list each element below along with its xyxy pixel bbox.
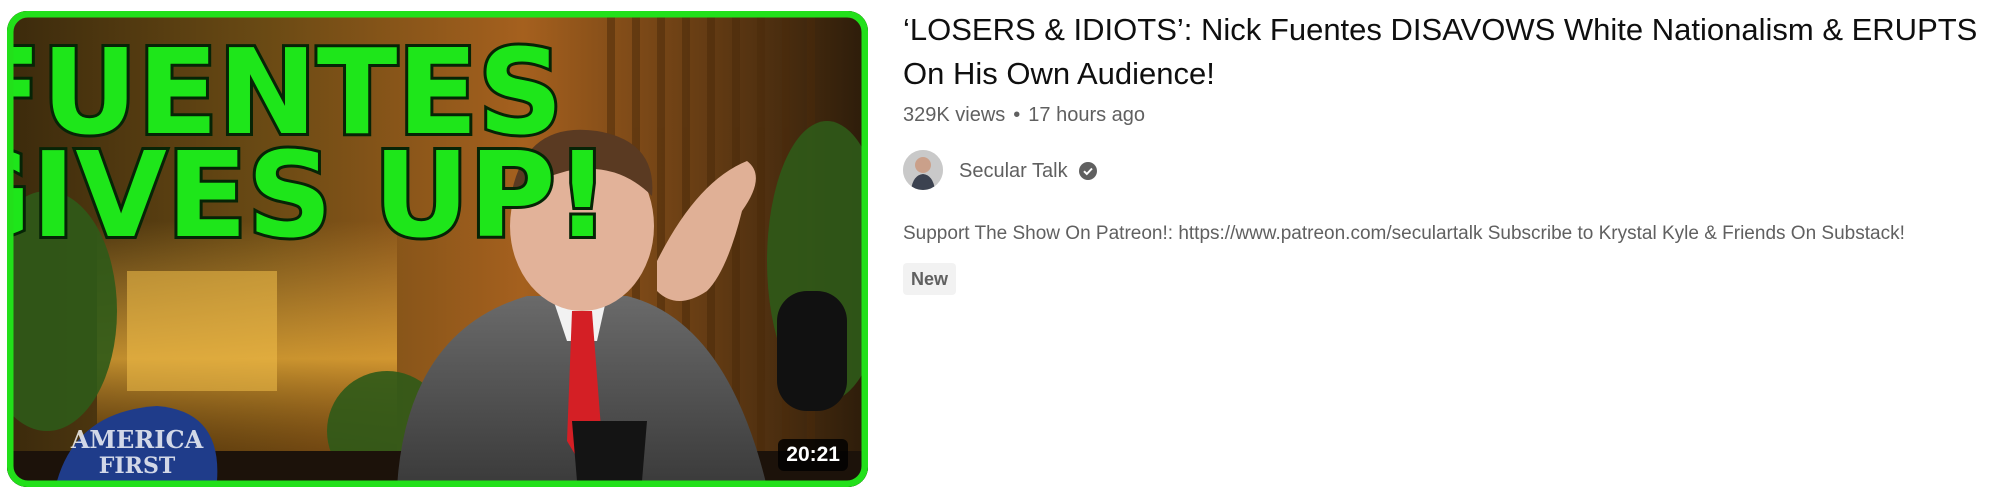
upload-age: 17 hours ago <box>1028 104 1146 126</box>
verified-check-icon <box>1079 162 1097 180</box>
meta-separator: • <box>1013 104 1021 126</box>
channel-info[interactable]: Secular Talk <box>903 150 1503 194</box>
video-details: ‘LOSERS & IDIOTS’: Nick Fuentes DISAVOWS… <box>903 0 2000 498</box>
video-metadata: 329K views • 17 hours ago <box>903 101 1145 129</box>
new-badge: New <box>903 263 957 295</box>
video-title[interactable]: ‘LOSERS & IDIOTS’: Nick Fuentes DISAVOWS… <box>903 8 1993 96</box>
video-result[interactable]: FUENTES GIVES UP! AMERICA FIRST 20:21 ‘L… <box>0 0 2000 498</box>
duration-badge: 20:21 <box>778 439 848 471</box>
channel-avatar[interactable] <box>903 150 943 190</box>
thumbnail-image <box>7 11 868 487</box>
avatar-image <box>903 150 943 190</box>
video-thumbnail[interactable]: FUENTES GIVES UP! AMERICA FIRST 20:21 <box>7 11 868 487</box>
video-description-snippet: Support The Show On Patreon!: https://ww… <box>903 223 1905 244</box>
channel-name[interactable]: Secular Talk <box>959 157 1068 185</box>
view-count: 329K views <box>903 104 1006 126</box>
